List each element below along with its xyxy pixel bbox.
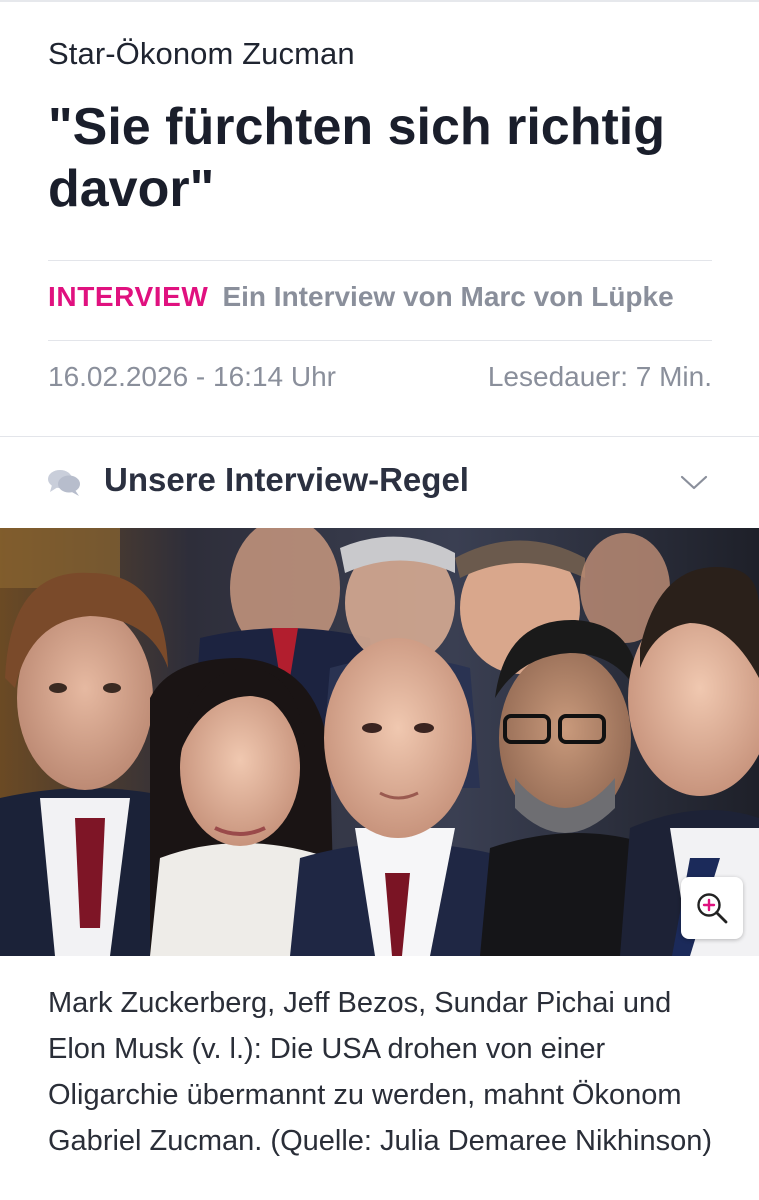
divider: [48, 340, 712, 341]
article-page: Star-Ökonom Zucman "Sie fürchten sich ri…: [0, 0, 759, 1200]
divider: [48, 260, 712, 261]
byline-row: INTERVIEW Ein Interview von Marc von Lüpk…: [48, 281, 712, 321]
author-byline[interactable]: Ein Interview von Marc von Lüpke: [222, 281, 673, 312]
top-border: [0, 0, 759, 2]
article-headline: "Sie fürchten sich richtig davor": [48, 98, 665, 218]
interview-tag[interactable]: INTERVIEW: [48, 281, 208, 312]
interview-rule-label: Unsere Interview-Regel: [104, 461, 469, 498]
speech-bubbles-icon: [46, 467, 82, 497]
image-caption: Mark Zuckerberg, Jeff Bezos, Sundar Pich…: [48, 987, 713, 1157]
chevron-down-icon[interactable]: [679, 467, 709, 497]
article-photo[interactable]: [0, 528, 759, 956]
zoom-in-icon: [697, 893, 728, 924]
publish-date: 16.02.2026 - 16:14 Uhr: [48, 361, 336, 392]
article-meta: 16.02.2026 - 16:14 Uhr Lesedauer: 7 Min.: [48, 361, 712, 401]
reading-time: Lesedauer: 7 Min.: [487, 361, 712, 392]
interview-rule-toggle[interactable]: Unsere Interview-Regel: [0, 437, 759, 527]
zoom-button[interactable]: [681, 877, 743, 939]
article-kicker: Star-Ökonom Zucman: [48, 36, 355, 71]
